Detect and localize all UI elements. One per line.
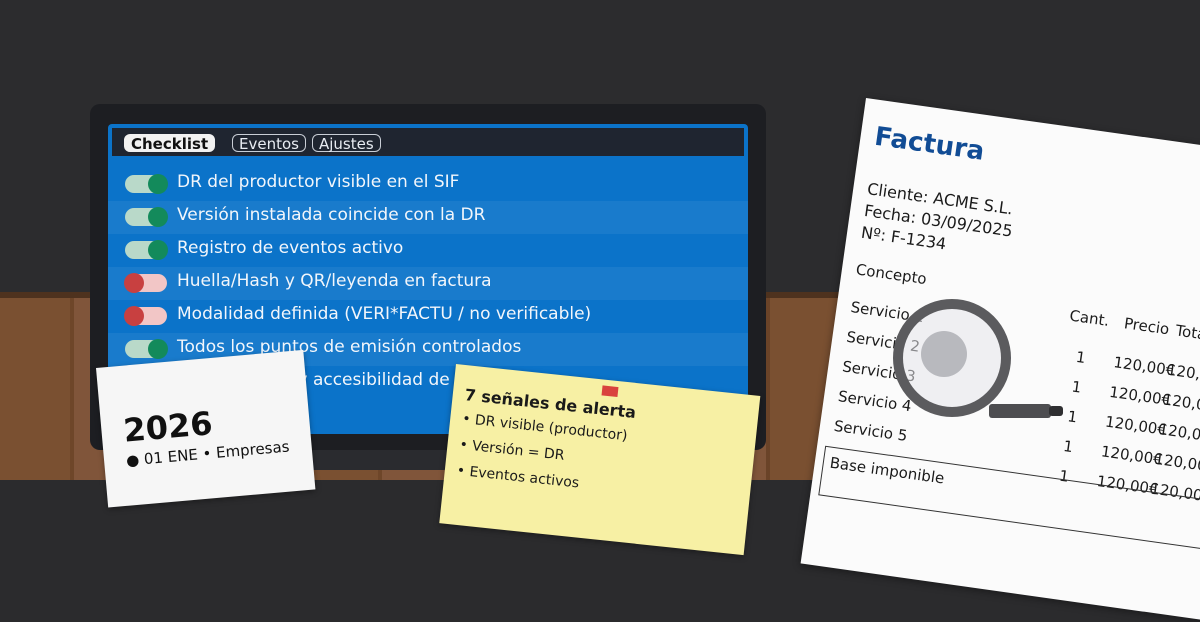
checklist-row: Modalidad definida (VERI*FACTU / no veri… <box>108 300 748 333</box>
invoice-row-total: 120,00€ <box>1165 360 1200 388</box>
invoice-row-total: 120,00€ <box>1157 420 1200 447</box>
magnifier-icon <box>893 299 1011 417</box>
toggle-knob <box>124 306 144 326</box>
checklist-row: Registro de eventos activo <box>108 234 748 267</box>
checklist-label: Modalidad definida (VERI*FACTU / no veri… <box>177 304 592 324</box>
sticky-item: • Eventos activos <box>456 462 580 492</box>
checklist-label: Todos los puntos de emisión controlados <box>177 337 522 357</box>
invoice-title: Factura <box>872 121 987 167</box>
toggle-knob <box>148 240 168 260</box>
tab-checklist[interactable]: Checklist <box>124 134 216 153</box>
invoice-col-concept: Concepto <box>854 260 928 289</box>
toggle-knob <box>148 174 168 194</box>
calendar-card: 2026 ● 01 ENE • Empresas <box>96 349 316 508</box>
toggle-switch[interactable] <box>125 207 168 227</box>
invoice-col-price: Precio <box>1122 314 1171 339</box>
sticky-item: • Versión = DR <box>458 436 566 464</box>
toggle-knob <box>124 273 144 293</box>
invoice-row-qty: 1 <box>1074 347 1087 367</box>
checklist-label: DR del productor visible en el SIF <box>177 172 460 192</box>
magnifier-handle <box>989 404 1051 418</box>
toggle-knob <box>148 339 168 359</box>
invoice-row-concept: Servicio 4 <box>836 387 913 416</box>
invoice-col-total: Total <box>1174 321 1200 345</box>
toggle-knob <box>148 207 168 227</box>
checklist-row: DR del productor visible en el SIF <box>108 168 748 201</box>
pin-icon <box>601 385 619 398</box>
checklist-label: Huella/Hash y QR/leyenda en factura <box>177 271 492 291</box>
tab-ajustes[interactable]: Ajustes <box>312 134 381 153</box>
checklist-row: Versión instalada coincide con la DR <box>108 201 748 234</box>
toggle-switch[interactable] <box>125 174 168 194</box>
invoice-row-qty: 1 <box>1062 436 1075 457</box>
invoice-row-qty: 1 <box>1070 377 1083 397</box>
magnifier-highlight <box>921 331 967 377</box>
toggle-switch[interactable] <box>124 273 167 293</box>
tab-eventos[interactable]: Eventos <box>232 134 306 153</box>
toggle-switch[interactable] <box>124 306 167 326</box>
invoice-base-label: Base imponible <box>828 453 946 488</box>
invoice-row-qty: 1 <box>1066 407 1079 427</box>
invoice-col-qty: Cant. <box>1068 306 1111 330</box>
invoice-row-concept: Servicio 5 <box>832 416 909 445</box>
checklist-row: Huella/Hash y QR/leyenda en factura <box>108 267 748 300</box>
invoice-row-total: 120,00€ <box>1161 390 1200 417</box>
invoice-row-total: 120,00€ <box>1153 449 1200 477</box>
checklist-label: Registro de eventos activo <box>177 238 404 258</box>
toggle-switch[interactable] <box>125 240 168 260</box>
toggle-switch[interactable] <box>125 339 168 359</box>
magnifier-handle-cap <box>1049 406 1063 416</box>
tab-bar: Checklist Eventos Ajustes <box>112 128 744 156</box>
sticky-note: 7 señales de alerta • DR visible (produc… <box>439 364 761 556</box>
calendar-year: 2026 <box>121 404 214 450</box>
checklist-label: Versión instalada coincide con la DR <box>177 205 486 225</box>
